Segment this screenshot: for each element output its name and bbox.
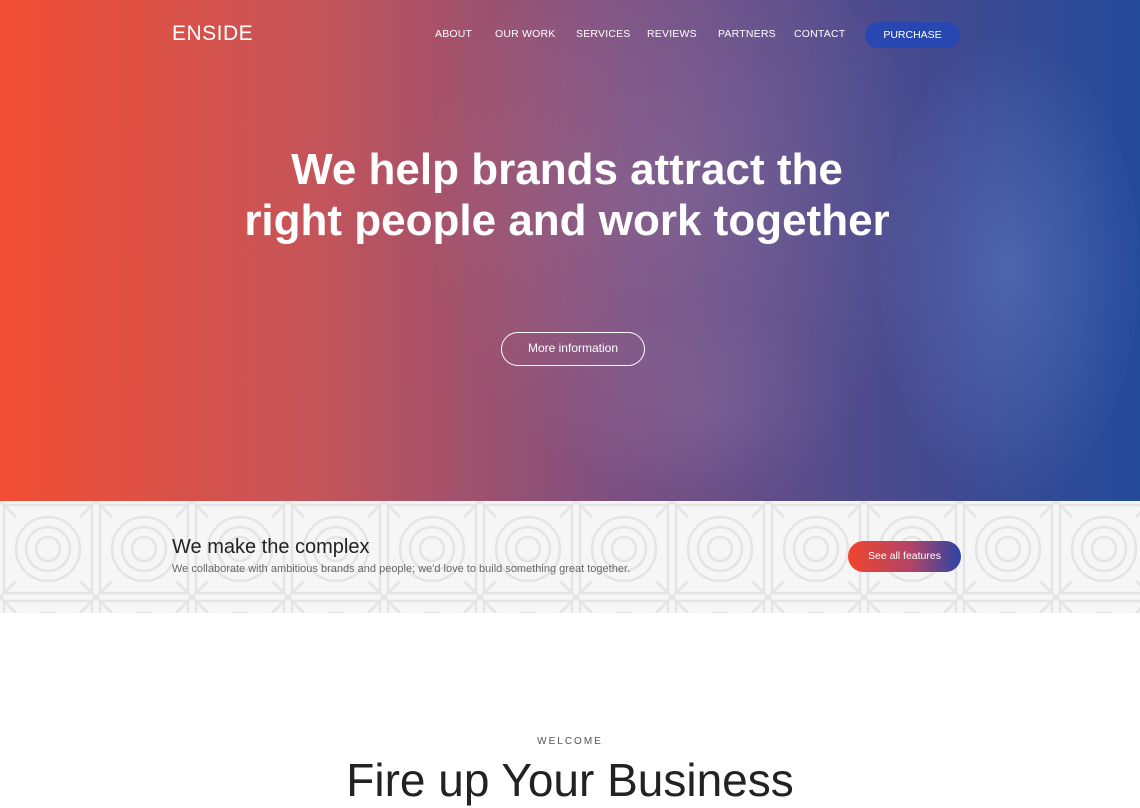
see-all-features-button[interactable]: See all features — [848, 541, 961, 572]
more-information-button[interactable]: More information — [501, 332, 645, 366]
nav-item-services[interactable]: SERVICES — [576, 28, 631, 40]
features-band — [0, 501, 1140, 613]
features-band-subtitle: We collaborate with ambitious brands and… — [172, 563, 631, 575]
features-band-title: We make the complex — [172, 536, 370, 558]
welcome-label: WELCOME — [537, 736, 603, 747]
nav-item-our-work[interactable]: OUR WORK — [495, 28, 556, 40]
nav-item-contact[interactable]: CONTACT — [794, 28, 845, 40]
nav-item-about[interactable]: ABOUT — [435, 28, 472, 40]
nav-item-partners[interactable]: PARTNERS — [718, 28, 776, 40]
main-nav: ABOUT OUR WORK SERVICES REVIEWS PARTNERS… — [0, 28, 1140, 44]
hero-section: ENSIDE ABOUT OUR WORK SERVICES REVIEWS P… — [0, 0, 1140, 501]
hero-title: We help brands attract the right people … — [244, 145, 890, 245]
geometric-pattern-background — [0, 501, 1140, 613]
hero-background-bokeh — [880, 40, 1140, 500]
purchase-button[interactable]: PURCHASE — [865, 22, 960, 48]
nav-item-reviews[interactable]: REVIEWS — [647, 28, 697, 40]
